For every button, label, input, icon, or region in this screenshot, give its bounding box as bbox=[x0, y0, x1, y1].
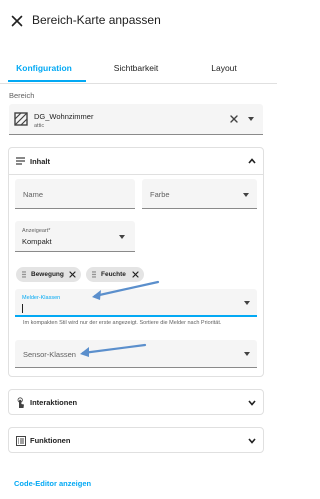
touch-icon bbox=[17, 397, 24, 408]
annotation-arrow-2 bbox=[80, 343, 147, 357]
features-title: Funktionen bbox=[30, 436, 71, 445]
features-section[interactable]: Funktionen bbox=[8, 427, 264, 453]
code-editor-link[interactable]: Code-Editor anzeigen bbox=[14, 479, 91, 488]
interactions-title: Interaktionen bbox=[30, 398, 78, 407]
list-icon bbox=[16, 436, 26, 446]
chevron-down-icon bbox=[248, 400, 256, 406]
interactions-section[interactable]: Interaktionen bbox=[8, 389, 264, 415]
chevron-down-icon bbox=[248, 438, 256, 444]
